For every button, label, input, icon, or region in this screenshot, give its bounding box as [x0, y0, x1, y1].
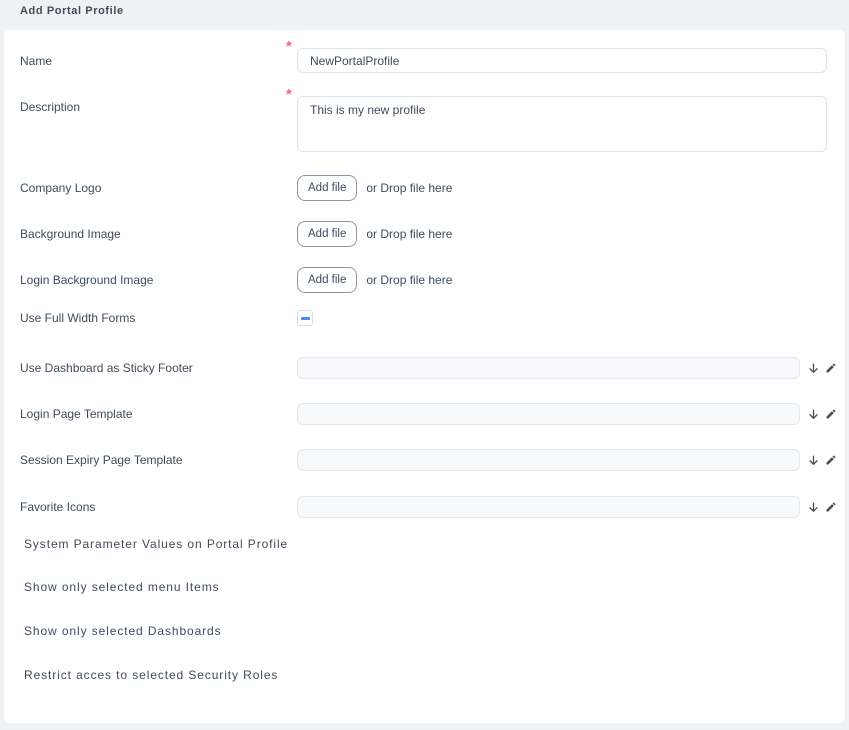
edit-pencil-icon[interactable] — [825, 501, 837, 513]
use-full-width-forms-control — [297, 310, 313, 326]
favorite-icons-label: Favorite Icons — [20, 500, 297, 514]
name-control: * — [297, 48, 827, 73]
background-image-label: Background Image — [20, 227, 297, 241]
section-system-parameter-values: System Parameter Values on Portal Profil… — [20, 536, 829, 552]
login-page-template-control — [297, 403, 837, 425]
description-control: * This is my new profile — [297, 96, 827, 152]
sticky-footer-label: Use Dashboard as Sticky Footer — [20, 361, 297, 375]
checkbox-indeterminate-dash — [301, 317, 310, 320]
section-restrict-access-security-roles: Restrict acces to selected Security Role… — [20, 667, 829, 683]
company-logo-control: Add file or Drop file here — [297, 175, 452, 201]
sticky-footer-select[interactable] — [297, 357, 800, 379]
name-label: Name — [20, 54, 297, 68]
arrow-down-icon[interactable] — [807, 454, 820, 467]
use-full-width-forms-checkbox[interactable] — [297, 310, 313, 326]
form-row-login-page-template: Login Page Template — [20, 403, 829, 425]
company-logo-drop-hint: or Drop file here — [366, 181, 452, 195]
description-label: Description — [20, 96, 297, 114]
edit-pencil-icon[interactable] — [825, 454, 837, 466]
session-expiry-template-label: Session Expiry Page Template — [20, 453, 297, 467]
section-show-only-selected-dashboards: Show only selected Dashboards — [20, 623, 829, 639]
description-textarea[interactable]: This is my new profile — [297, 96, 827, 152]
edit-pencil-icon[interactable] — [825, 408, 837, 420]
login-background-image-drop-hint: or Drop file here — [366, 273, 452, 287]
sticky-footer-control — [297, 357, 837, 379]
required-marker: * — [286, 39, 292, 54]
page-title: Add Portal Profile — [20, 5, 124, 17]
login-background-image-control: Add file or Drop file here — [297, 267, 452, 293]
favorite-icons-control — [297, 496, 837, 518]
form-row-login-background-image: Login Background Image Add file or Drop … — [20, 267, 829, 293]
name-input[interactable] — [297, 48, 827, 73]
page-header: Add Portal Profile — [0, 0, 849, 21]
login-page-template-label: Login Page Template — [20, 407, 297, 421]
form-row-name: Name * — [20, 48, 829, 73]
arrow-down-icon[interactable] — [807, 408, 820, 421]
session-expiry-template-control — [297, 449, 837, 471]
form-row-sticky-footer: Use Dashboard as Sticky Footer — [20, 357, 829, 379]
edit-pencil-icon[interactable] — [825, 362, 837, 374]
form-row-company-logo: Company Logo Add file or Drop file here — [20, 175, 829, 201]
form-card: Name * Description * This is my new prof… — [4, 30, 845, 723]
company-logo-label: Company Logo — [20, 181, 297, 195]
login-background-image-add-file-button[interactable]: Add file — [297, 267, 357, 293]
form-row-description: Description * This is my new profile — [20, 96, 829, 152]
background-image-add-file-button[interactable]: Add file — [297, 221, 357, 247]
form-row-favorite-icons: Favorite Icons — [20, 496, 829, 518]
arrow-down-icon[interactable] — [807, 501, 820, 514]
background-image-control: Add file or Drop file here — [297, 221, 452, 247]
arrow-down-icon[interactable] — [807, 362, 820, 375]
session-expiry-template-select[interactable] — [297, 449, 800, 471]
form-row-background-image: Background Image Add file or Drop file h… — [20, 221, 829, 247]
required-marker: * — [286, 87, 292, 102]
favorite-icons-select[interactable] — [297, 496, 800, 518]
use-full-width-forms-label: Use Full Width Forms — [20, 311, 297, 325]
section-show-only-selected-menu-items: Show only selected menu Items — [20, 579, 829, 595]
login-page-template-select[interactable] — [297, 403, 800, 425]
background-image-drop-hint: or Drop file here — [366, 227, 452, 241]
login-background-image-label: Login Background Image — [20, 273, 297, 287]
form-row-use-full-width-forms: Use Full Width Forms — [20, 310, 829, 326]
form-row-session-expiry-template: Session Expiry Page Template — [20, 449, 829, 471]
company-logo-add-file-button[interactable]: Add file — [297, 175, 357, 201]
